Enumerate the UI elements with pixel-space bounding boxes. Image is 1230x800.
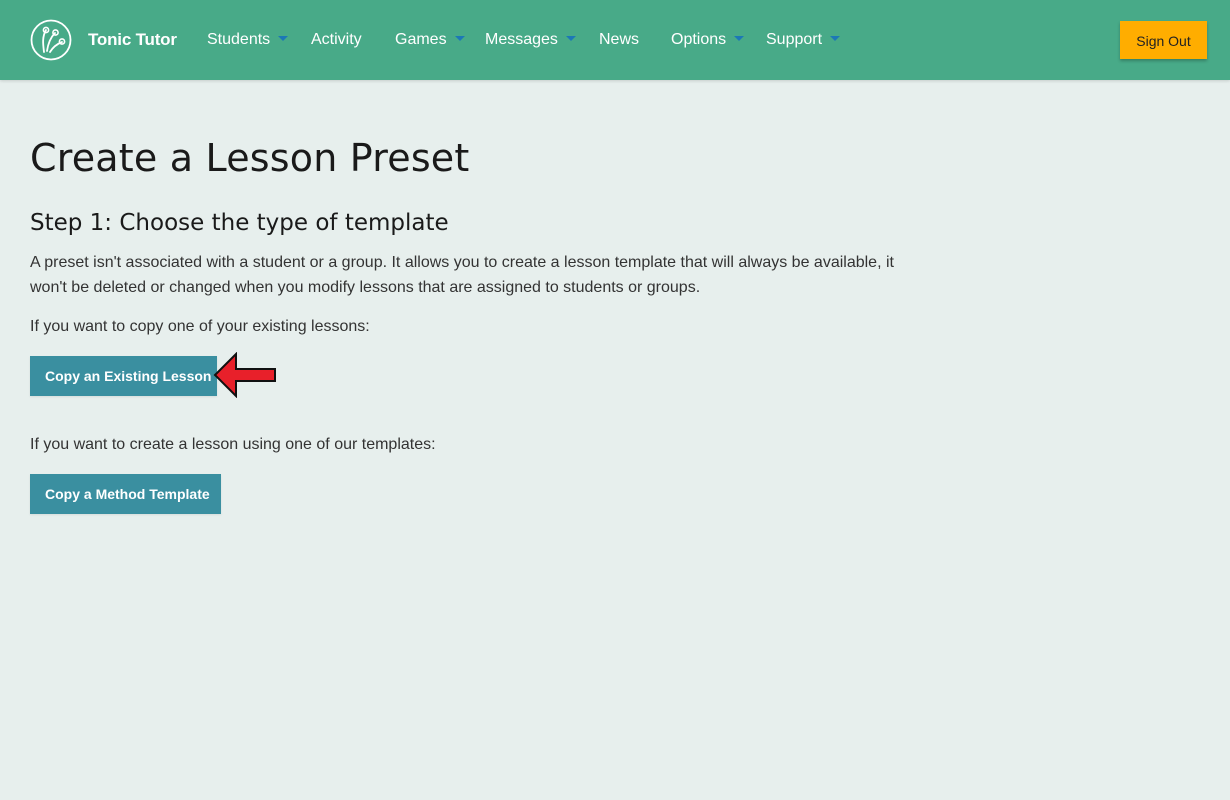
copy-existing-prompt: If you want to copy one of your existing… [30,318,370,335]
nav-messages[interactable]: Messages [485,30,576,50]
sign-out-button[interactable]: Sign Out [1120,21,1207,59]
nav-activity-label: Activity [311,31,362,48]
tonic-tutor-logo-icon[interactable] [30,19,72,61]
chevron-down-icon [278,36,289,42]
nav-students-label: Students [207,31,271,48]
nav-games[interactable]: Games [395,30,465,50]
nav-support-label: Support [766,31,823,48]
chevron-down-icon [734,36,745,42]
nav-support[interactable]: Support [766,30,841,50]
copy-existing-lesson-button[interactable]: Copy an Existing Lesson [30,356,217,396]
nav-activity[interactable]: Activity [311,30,362,50]
chevron-down-icon [565,36,576,42]
nav-messages-label: Messages [485,31,558,48]
nav-options[interactable]: Options [671,30,745,50]
top-navbar: Tonic Tutor Students Activity Games Mess… [0,0,1230,80]
nav-students[interactable]: Students [207,30,289,50]
chevron-down-icon [454,36,465,42]
nav-games-label: Games [395,31,447,48]
page-title: Create a Lesson Preset [30,136,470,180]
brand-name[interactable]: Tonic Tutor [88,30,177,50]
red-arrow-left-icon [213,352,276,398]
nav-options-label: Options [671,31,727,48]
step-heading: Step 1: Choose the type of template [30,210,449,236]
copy-method-template-button[interactable]: Copy a Method Template [30,474,221,514]
nav-news-label: News [599,31,640,48]
nav-news[interactable]: News [599,30,639,50]
copy-method-prompt: If you want to create a lesson using one… [30,436,436,453]
chevron-down-icon [830,36,841,42]
preset-description: A preset isn't associated with a student… [30,254,894,296]
